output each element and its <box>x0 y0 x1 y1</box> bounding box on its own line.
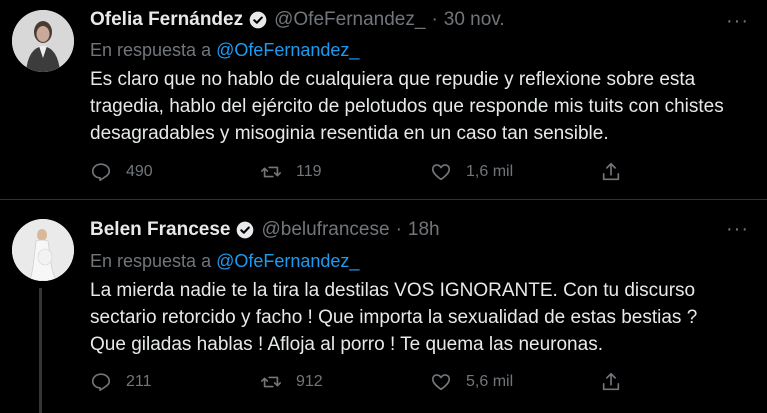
reply-mention-link[interactable]: @OfeFernandez_ <box>216 251 359 271</box>
tweet-divider <box>0 199 767 200</box>
tweet-timestamp[interactable]: 18h <box>408 219 440 241</box>
thread-line <box>39 288 42 413</box>
verified-badge-icon <box>237 221 254 239</box>
more-options-button[interactable]: ··· <box>726 10 749 33</box>
heart-icon <box>431 374 451 391</box>
author-name[interactable]: Belen Francese <box>90 219 230 241</box>
reply-icon <box>91 373 111 392</box>
reply-context: En respuesta a @OfeFernandez_ <box>90 40 359 61</box>
tweet-timestamp[interactable]: 30 nov. <box>444 9 505 31</box>
more-options-button[interactable]: ··· <box>726 218 749 241</box>
reply-prefix: En respuesta a <box>90 40 212 60</box>
share-button[interactable] <box>600 371 640 393</box>
like-button[interactable]: 5,6 mil <box>430 371 600 393</box>
separator-dot: · <box>395 219 402 240</box>
avatar-image <box>12 10 74 72</box>
reply-button[interactable]: 211 <box>90 371 260 393</box>
reply-icon <box>91 163 111 182</box>
retweet-count: 912 <box>296 373 323 390</box>
avatar[interactable] <box>12 10 74 72</box>
separator-dot: · <box>431 9 438 30</box>
share-icon <box>602 162 620 181</box>
retweet-button[interactable]: 119 <box>260 161 430 183</box>
reply-mention-link[interactable]: @OfeFernandez_ <box>216 40 359 60</box>
retweet-icon <box>261 166 281 178</box>
retweet-count: 119 <box>296 163 322 180</box>
tweet-actions: 490 119 1,6 mil <box>90 161 650 183</box>
retweet-button[interactable]: 912 <box>260 371 430 393</box>
share-button[interactable] <box>600 161 640 183</box>
tweet-actions: 211 912 5,6 mil <box>90 371 650 393</box>
author-handle[interactable]: @OfeFernandez_ <box>274 9 425 31</box>
tweet[interactable]: Ofelia Fernández @OfeFernandez_ · 30 nov… <box>0 0 767 200</box>
tweet-text: La mierda nadie te la tira la destilas V… <box>90 280 698 355</box>
like-count: 1,6 mil <box>466 163 514 180</box>
reply-count: 490 <box>126 163 153 180</box>
share-icon <box>602 372 620 391</box>
reply-count: 211 <box>126 373 152 390</box>
reply-button[interactable]: 490 <box>90 161 260 183</box>
avatar-image <box>12 219 74 281</box>
reply-context: En respuesta a @OfeFernandez_ <box>90 251 359 272</box>
avatar[interactable] <box>12 219 74 281</box>
like-count: 5,6 mil <box>466 373 514 390</box>
author-name[interactable]: Ofelia Fernández <box>90 9 243 31</box>
author-handle[interactable]: @belufrancese <box>261 219 389 241</box>
verified-badge-icon <box>249 11 267 29</box>
heart-icon <box>431 164 451 181</box>
tweet-header: Ofelia Fernández @OfeFernandez_ · 30 nov… <box>90 9 505 31</box>
reply-prefix: En respuesta a <box>90 251 212 271</box>
tweet-header: Belen Francese @belufrancese · 18h <box>90 219 440 241</box>
like-button[interactable]: 1,6 mil <box>430 161 600 183</box>
tweet-text: Es claro que no hablo de cualquiera que … <box>90 69 724 144</box>
retweet-icon <box>261 376 281 388</box>
